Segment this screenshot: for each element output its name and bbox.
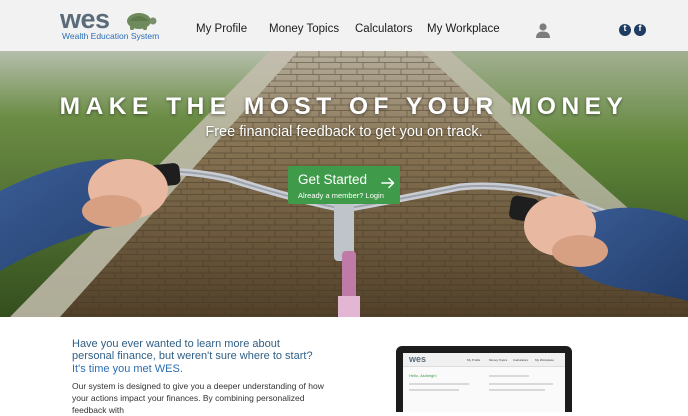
laptop-nav-item: My Profile	[467, 358, 481, 362]
facebook-icon[interactable]: f	[634, 23, 646, 36]
site-header: wes Wealth Education System My Profile M…	[0, 0, 688, 51]
laptop-nav-item: Calculators	[513, 358, 529, 362]
logo-tagline: Wealth Education System	[62, 31, 160, 41]
intro-body: Our system is designed to give you a dee…	[72, 381, 324, 415]
hero-subtitle: Free financial feedback to get you on tr…	[205, 124, 483, 140]
facebook-glyph: f	[638, 23, 642, 33]
laptop-text-line	[489, 375, 529, 377]
get-started-label: Get Started	[298, 172, 368, 187]
intro-heading: Have you ever wanted to learn more about…	[72, 338, 313, 362]
nav-my-profile[interactable]: My Profile	[196, 23, 247, 35]
laptop-text-line	[489, 383, 553, 385]
turtle-icon	[127, 13, 157, 30]
hero-banner: MAKE THE MOST OF YOUR MONEY Free financi…	[0, 51, 688, 317]
twitter-icon[interactable]: t	[619, 23, 631, 36]
laptop-mockup: wes My Profile Money Topics Calculators …	[396, 346, 572, 412]
arrow-right-icon	[381, 177, 395, 189]
laptop-greeting: Hello, Ashleigh!	[409, 373, 437, 378]
laptop-screen-header: wes My Profile Money Topics Calculators …	[403, 353, 565, 367]
user-icon[interactable]	[535, 22, 551, 38]
laptop-screen: wes My Profile Money Topics Calculators …	[403, 353, 565, 412]
nav-money-topics[interactable]: Money Topics	[269, 23, 339, 35]
nav-calculators[interactable]: Calculators	[355, 23, 413, 35]
intro-subheading: It's time you met WES.	[72, 363, 183, 375]
twitter-glyph: t	[623, 23, 627, 33]
laptop-text-line	[409, 383, 469, 385]
laptop-logo: wes	[409, 354, 427, 364]
wes-logo[interactable]: wes Wealth Education System	[60, 4, 170, 45]
laptop-text-line	[489, 389, 545, 391]
hero-title: MAKE THE MOST OF YOUR MONEY	[59, 93, 629, 120]
laptop-nav-item: Money Topics	[489, 358, 508, 362]
get-started-button[interactable]: Get Started Already a member? Login	[288, 166, 400, 204]
laptop-text-line	[409, 389, 459, 391]
member-login-link[interactable]: Already a member? Login	[298, 191, 384, 200]
laptop-nav-item: My Workplace	[535, 358, 554, 362]
nav-my-workplace[interactable]: My Workplace	[427, 23, 500, 35]
